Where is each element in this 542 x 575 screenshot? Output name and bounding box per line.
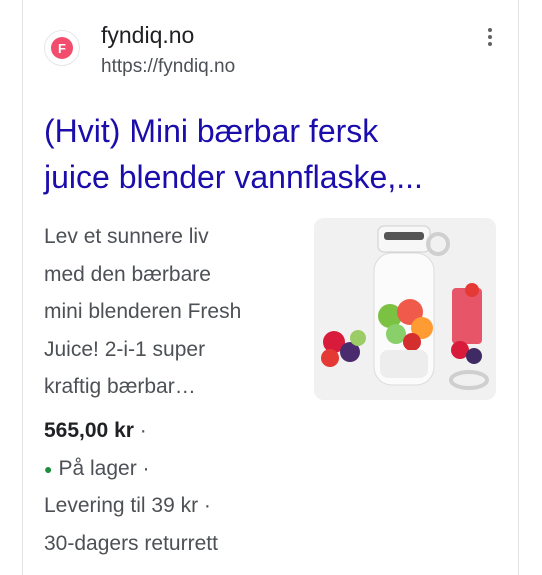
product-thumbnail[interactable] [314, 218, 496, 400]
returns-line: 30-dagers returrett [44, 532, 218, 556]
snippet-line: Lev et sunnere liv [44, 225, 209, 248]
favicon-letter: F [51, 37, 73, 59]
delivery-line: Levering til 39 kr · [44, 494, 211, 518]
price-line: 565,00 kr · [44, 419, 147, 443]
snippet-line: kraftig bærbar… [44, 375, 196, 398]
stock-status: På lager [58, 457, 137, 480]
separator: · [142, 457, 150, 480]
separator: · [139, 419, 147, 442]
delivery-info: Levering til 39 kr [44, 494, 199, 517]
site-name[interactable]: fyndiq.no [101, 22, 194, 49]
fyndiq-favicon-icon[interactable]: F [44, 30, 80, 66]
snippet-line: Juice! 2-i-1 super [44, 337, 206, 361]
price: 565,00 kr [44, 419, 134, 442]
snippet-line: mini blenderen Fresh [44, 300, 242, 323]
site-url[interactable]: https://fyndiq.no [101, 56, 235, 78]
result-title-line: juice blender vannflaske,... [44, 159, 423, 195]
stock-line: ● På lager · [44, 457, 150, 481]
snippet-line: med den bærbare [44, 262, 211, 286]
separator: · [203, 494, 211, 517]
result-title-link[interactable]: (Hvit) Mini bærbar fersk juice blender v… [44, 108, 504, 200]
more-vert-icon[interactable] [480, 25, 500, 51]
blender-product-image [314, 218, 496, 400]
green-dot-icon: ● [44, 461, 53, 478]
result-snippet: Lev et sunnere liv med den bærbare mini … [44, 218, 306, 406]
result-title-line: (Hvit) Mini bærbar fersk [44, 113, 379, 149]
returns-info: 30-dagers returrett [44, 532, 218, 555]
